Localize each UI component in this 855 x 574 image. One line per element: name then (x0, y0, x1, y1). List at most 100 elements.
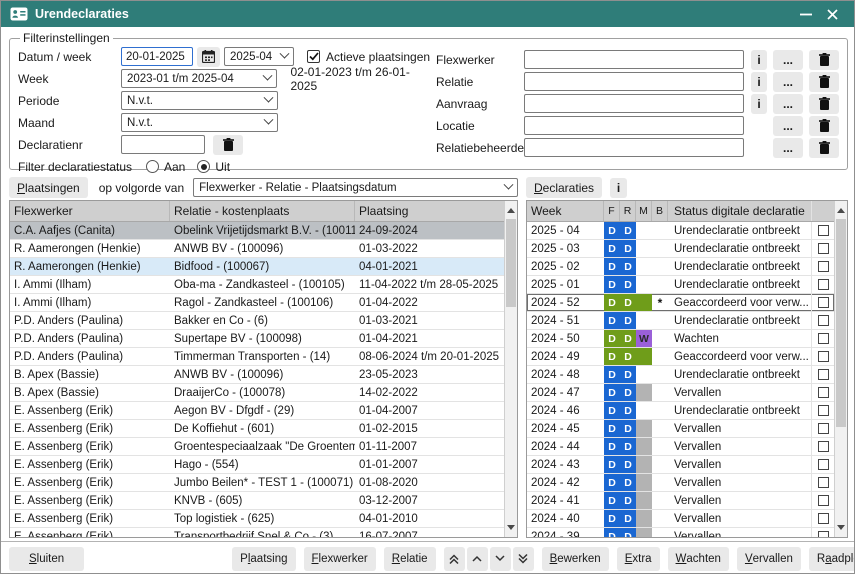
actieve-plaatsingen-checkbox[interactable]: Actieve plaatsingen (307, 50, 430, 64)
plaatsing-row[interactable]: I. Ammi (Ilham) Oba-ma - Zandkasteel - (… (10, 276, 504, 294)
raadplegen-button[interactable]: Raadplegen (809, 547, 855, 571)
row-checkbox[interactable] (818, 459, 829, 470)
aanvraag-input[interactable] (524, 94, 744, 113)
plaatsing-row[interactable]: I. Ammi (Ilham) Ragol - Zandkasteel - (1… (10, 294, 504, 312)
bewerken-button[interactable]: Bewerken (542, 547, 609, 571)
declaratie-row[interactable]: 2024 - 49 D D Geaccordeerd voor verw... (527, 348, 834, 366)
flexwerker-input[interactable] (524, 50, 744, 69)
plaatsing-row[interactable]: E. Assenberg (Erik) Aegon BV - Dfgdf - (… (10, 402, 504, 420)
relatie-info-button[interactable]: i (751, 72, 767, 92)
order-select[interactable]: Flexwerker - Relatie - Plaatsingsdatum (193, 178, 518, 197)
status-aan-radio[interactable] (146, 160, 159, 173)
declaratie-row[interactable]: 2025 - 01 D D Urendeclaratie ontbreekt (527, 276, 834, 294)
plaatsing-row[interactable]: B. Apex (Bassie) DraaijerCo - (100078) 1… (10, 384, 504, 402)
scroll-down-button[interactable] (490, 547, 511, 571)
declaratie-row[interactable]: 2024 - 39 D D Vervallen (527, 528, 834, 538)
declaratie-row[interactable]: 2025 - 03 D D Urendeclaratie ontbreekt (527, 240, 834, 258)
relatiebeheerder-input[interactable] (524, 138, 744, 157)
row-checkbox[interactable] (818, 225, 829, 236)
locatie-browse-button[interactable]: ... (773, 116, 803, 136)
close-button[interactable] (819, 1, 845, 27)
row-checkbox[interactable] (818, 495, 829, 506)
plaatsingen-button[interactable]: Plaatsingen (9, 177, 88, 198)
declaratie-row[interactable]: 2025 - 02 D D Urendeclaratie ontbreekt (527, 258, 834, 276)
status-uit-radio[interactable] (197, 160, 210, 173)
declaratie-row[interactable]: 2024 - 48 D D Urendeclaratie ontbreekt (527, 366, 834, 384)
relatie-browse-button[interactable]: ... (773, 72, 803, 92)
declaratie-row[interactable]: 2024 - 43 D D Vervallen (527, 456, 834, 474)
wachten-button[interactable]: Wachten (668, 547, 729, 571)
declaraties-info-button[interactable]: i (610, 178, 627, 198)
locatie-clear-button[interactable] (809, 116, 839, 136)
plaatsing-row[interactable]: E. Assenberg (Erik) Top logistiek - (625… (10, 510, 504, 528)
plaatsing-row[interactable]: E. Assenberg (Erik) Jumbo Beilen* - TEST… (10, 474, 504, 492)
relatie-clear-button[interactable] (809, 72, 839, 92)
flexwerker-browse-button[interactable]: ... (773, 50, 803, 70)
plaatsing-row[interactable]: E. Assenberg (Erik) KNVB - (605) 03-12-2… (10, 492, 504, 510)
week-select[interactable]: 2023-01 t/m 2025-04 (121, 69, 277, 88)
flexwerker-clear-button[interactable] (809, 50, 839, 70)
minimize-button[interactable] (793, 1, 819, 27)
scrollbar-thumb[interactable] (836, 219, 846, 427)
plaatsing-row[interactable]: E. Assenberg (Erik) Transportbedrijf Sne… (10, 528, 504, 538)
aanvraag-clear-button[interactable] (809, 94, 839, 114)
plaatsing-button[interactable]: Plaatsing (232, 547, 295, 571)
plaatsing-row[interactable]: E. Assenberg (Erik) Groentespeciaalzaak … (10, 438, 504, 456)
flexwerker-info-button[interactable]: i (751, 50, 767, 70)
datum-week-select[interactable]: 2025-04 (224, 47, 294, 66)
scroll-up-arrow-icon[interactable] (505, 203, 517, 218)
declaratie-row[interactable]: 2024 - 46 D D Urendeclaratie ontbreekt (527, 402, 834, 420)
row-checkbox[interactable] (818, 477, 829, 488)
maand-select[interactable]: N.v.t. (121, 113, 278, 132)
row-checkbox[interactable] (818, 315, 829, 326)
row-checkbox[interactable] (818, 369, 829, 380)
plaatsing-row[interactable]: R. Aamerongen (Henkie) Bidfood - (100067… (10, 258, 504, 276)
vervallen-button[interactable]: Vervallen (737, 547, 801, 571)
relatiebeheerder-browse-button[interactable]: ... (773, 138, 803, 158)
row-checkbox[interactable] (818, 387, 829, 398)
scroll-up-button[interactable] (467, 547, 488, 571)
row-checkbox[interactable] (818, 441, 829, 452)
declaraties-button[interactable]: Declaraties (526, 177, 602, 198)
declaratie-row[interactable]: 2024 - 52 D D * Geaccordeerd voor verw..… (527, 294, 834, 312)
plaatsing-row[interactable]: B. Apex (Bassie) ANWB BV - (100096) 23-0… (10, 366, 504, 384)
declaratie-row[interactable]: 2024 - 45 D D Vervallen (527, 420, 834, 438)
row-checkbox[interactable] (818, 333, 829, 344)
plaatsing-row[interactable]: P.D. Anders (Paulina) Supertape BV - (10… (10, 330, 504, 348)
declaratie-row[interactable]: 2024 - 40 D D Vervallen (527, 510, 834, 528)
plaatsing-row[interactable]: P.D. Anders (Paulina) Timmerman Transpor… (10, 348, 504, 366)
declaratie-row[interactable]: 2024 - 47 D D Vervallen (527, 384, 834, 402)
aanvraag-browse-button[interactable]: ... (773, 94, 803, 114)
declaratie-row[interactable]: 2024 - 51 D D Urendeclaratie ontbreekt (527, 312, 834, 330)
periode-select[interactable]: N.v.t. (121, 91, 278, 110)
datum-input[interactable] (121, 47, 193, 66)
relatie-button[interactable]: Relatie (384, 547, 436, 571)
row-checkbox[interactable] (818, 513, 829, 524)
scroll-down-arrow-icon[interactable] (505, 520, 517, 535)
scroll-down-arrow-icon[interactable] (835, 520, 847, 535)
sluiten-button[interactable]: Sluiten (9, 547, 84, 571)
declaratie-row[interactable]: 2024 - 41 D D Vervallen (527, 492, 834, 510)
scroll-top-button[interactable] (444, 547, 465, 571)
plaatsing-row[interactable]: R. Aamerongen (Henkie) ANWB BV - (100096… (10, 240, 504, 258)
scroll-up-arrow-icon[interactable] (835, 203, 847, 218)
plaatsing-row[interactable]: C.A. Aafjes (Canita) Obelink Vrijetijdsm… (10, 222, 504, 240)
plaatsing-row[interactable]: P.D. Anders (Paulina) Bakker en Co - (6)… (10, 312, 504, 330)
declaratie-row[interactable]: 2025 - 04 D D Urendeclaratie ontbreekt (527, 222, 834, 240)
row-checkbox[interactable] (818, 531, 829, 538)
row-checkbox[interactable] (818, 261, 829, 272)
row-checkbox[interactable] (818, 423, 829, 434)
plaatsing-row[interactable]: E. Assenberg (Erik) Hago - (554) 01-01-2… (10, 456, 504, 474)
relatie-input[interactable] (524, 72, 744, 91)
scroll-bottom-button[interactable] (513, 547, 534, 571)
declaratie-row[interactable]: 2024 - 50 D D W Wachten (527, 330, 834, 348)
row-checkbox[interactable] (818, 351, 829, 362)
declaratie-row[interactable]: 2024 - 44 D D Vervallen (527, 438, 834, 456)
scrollbar-thumb[interactable] (506, 219, 516, 307)
locatie-input[interactable] (524, 116, 744, 135)
row-checkbox[interactable] (818, 243, 829, 254)
flexwerker-button[interactable]: Flexwerker (304, 547, 376, 571)
aanvraag-info-button[interactable]: i (751, 94, 767, 114)
declaratienr-input[interactable] (121, 135, 205, 154)
row-checkbox[interactable] (818, 405, 829, 416)
